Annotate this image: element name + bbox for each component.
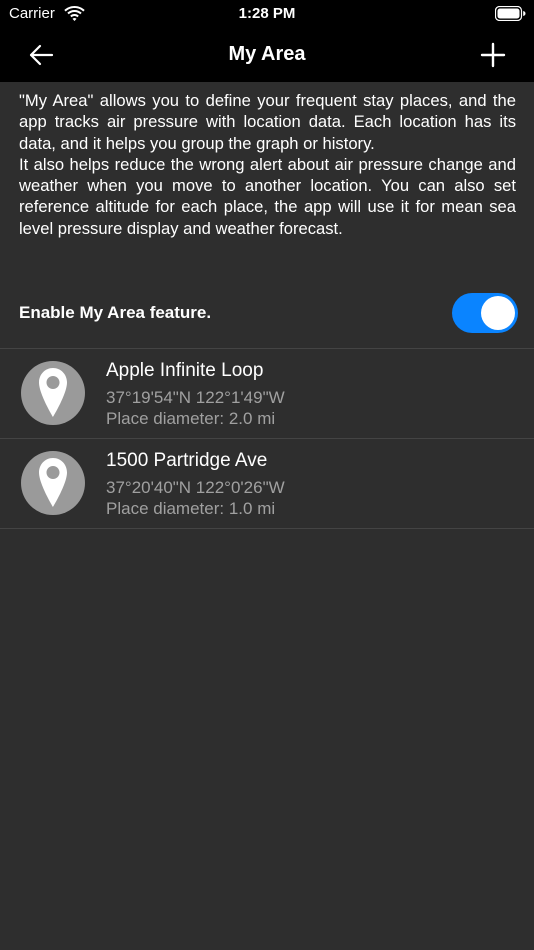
add-place-button[interactable] (474, 38, 514, 72)
enable-feature-label: Enable My Area feature. (19, 303, 212, 322)
page-title: My Area (228, 43, 306, 65)
place-diameter: Place diameter: 2.0 mi (106, 409, 276, 428)
description-paragraph: It also helps reduce the wrong alert abo… (19, 154, 516, 238)
place-name: 1500 Partridge Ave (106, 450, 268, 471)
feature-description: "My Area" allows you to define your freq… (19, 90, 516, 239)
status-time: 1:28 PM (238, 5, 296, 22)
place-name: Apple Infinite Loop (106, 360, 264, 381)
map-pin-icon (21, 451, 85, 515)
place-list-item[interactable]: 1500 Partridge Ave 37°20'40"N 122°0'26"W… (0, 439, 534, 529)
place-diameter: Place diameter: 1.0 mi (106, 499, 276, 518)
places-list: Apple Infinite Loop 37°19'54"N 122°1'49"… (0, 348, 534, 529)
navigation-bar: My Area (0, 28, 534, 82)
enable-feature-row: Enable My Area feature. (0, 290, 534, 338)
map-pin-icon (21, 361, 85, 425)
toggle-knob (481, 296, 515, 330)
place-coordinates: 37°20'40"N 122°0'26"W (106, 478, 285, 497)
enable-feature-toggle[interactable] (452, 293, 518, 333)
status-bar: Carrier 1:28 PM (0, 0, 534, 28)
place-list-item[interactable]: Apple Infinite Loop 37°19'54"N 122°1'49"… (0, 349, 534, 439)
plus-icon (480, 42, 506, 68)
battery-icon (495, 6, 526, 21)
place-coordinates: 37°19'54"N 122°1'49"W (106, 388, 285, 407)
description-paragraph: "My Area" allows you to define your freq… (19, 91, 516, 153)
